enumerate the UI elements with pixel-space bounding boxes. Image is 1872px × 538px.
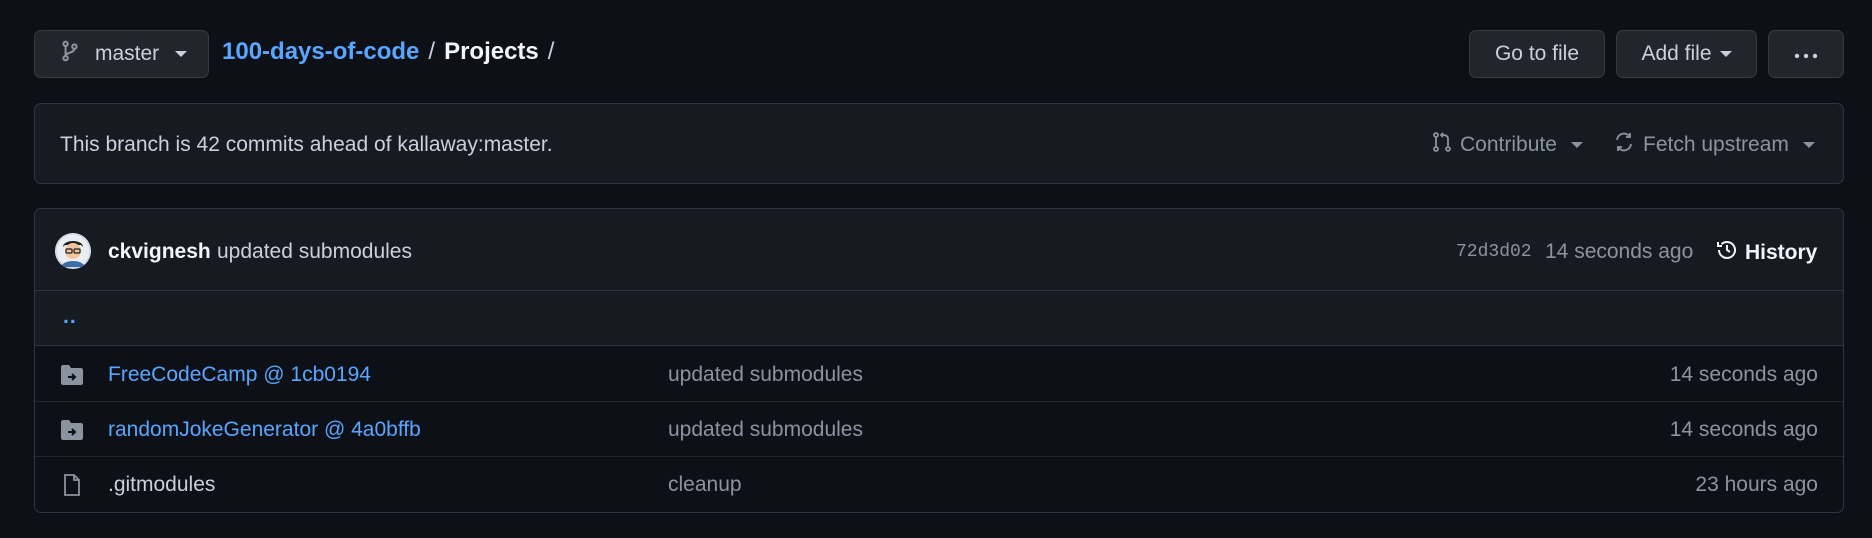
- latest-commit-bar: ckvignesh updated submodules 72d3d02 14 …: [35, 209, 1843, 291]
- file-name-link[interactable]: randomJokeGenerator @ 4a0bffb: [108, 418, 421, 442]
- breadcrumb-separator: /: [428, 38, 436, 65]
- file-commit-message[interactable]: cleanup: [668, 473, 742, 497]
- breadcrumb-trailing-separator: /: [547, 38, 555, 65]
- file-commit-message[interactable]: updated submodules: [668, 418, 863, 442]
- history-icon: [1715, 238, 1745, 268]
- breadcrumb-repo-link[interactable]: 100-days-of-code: [222, 38, 419, 66]
- file-row[interactable]: FreeCodeCamp @ 1cb0194 updated submodule…: [35, 347, 1843, 402]
- submodule-folder-icon: [60, 419, 84, 447]
- caret-down-icon: [175, 51, 188, 57]
- file-name-link[interactable]: FreeCodeCamp @ 1cb0194: [108, 363, 371, 387]
- caret-down-icon: [1570, 142, 1583, 148]
- file-listing: ckvignesh updated submodules 72d3d02 14 …: [34, 208, 1844, 513]
- file-time: 14 seconds ago: [1669, 363, 1818, 386]
- contribute-label: Contribute: [1460, 133, 1557, 156]
- branch-status-box: This branch is 42 commits ahead of kalla…: [34, 103, 1844, 184]
- commit-time: 14 seconds ago: [1545, 240, 1694, 263]
- file-name-link[interactable]: .gitmodules: [108, 473, 215, 497]
- go-to-file-label: Go to file: [1494, 42, 1580, 65]
- file-row[interactable]: .gitmodules cleanup 23 hours ago: [35, 457, 1843, 512]
- commit-sha[interactable]: 72d3d02: [1456, 242, 1532, 262]
- contribute-button[interactable]: Contribute: [1432, 131, 1583, 159]
- add-file-label: Add file: [1641, 42, 1712, 65]
- more-options-button[interactable]: [1768, 30, 1844, 78]
- branch-label: master: [95, 42, 160, 65]
- file-commit-message[interactable]: updated submodules: [668, 363, 863, 387]
- avatar[interactable]: [55, 233, 91, 269]
- file-time: 14 seconds ago: [1669, 418, 1818, 441]
- submodule-folder-icon: [60, 364, 84, 392]
- add-file-button[interactable]: Add file: [1616, 30, 1757, 78]
- history-link[interactable]: History: [1715, 238, 1817, 268]
- go-to-file-button[interactable]: Go to file: [1469, 30, 1605, 78]
- kebab-horizontal-icon: [1793, 42, 1819, 66]
- git-branch-icon: [61, 40, 79, 68]
- fetch-upstream-label: Fetch upstream: [1643, 133, 1789, 156]
- caret-down-icon: [1719, 51, 1732, 57]
- history-label: History: [1745, 241, 1818, 264]
- breadcrumb-current-dir: Projects: [444, 38, 539, 65]
- file-icon: [60, 474, 84, 502]
- commit-message[interactable]: updated submodules: [217, 240, 412, 264]
- file-time: 23 hours ago: [1695, 473, 1818, 496]
- sync-icon: [1613, 131, 1643, 159]
- commit-author[interactable]: ckvignesh: [108, 240, 211, 264]
- branch-select-button[interactable]: master: [34, 30, 209, 78]
- parent-directory-row[interactable]: ..: [35, 291, 1843, 346]
- file-row[interactable]: randomJokeGenerator @ 4a0bffb updated su…: [35, 402, 1843, 457]
- parent-directory-link[interactable]: ..: [63, 305, 77, 329]
- breadcrumb: 100-days-of-code / Projects /: [222, 38, 563, 66]
- caret-down-icon: [1802, 142, 1815, 148]
- branch-status-message: This branch is 42 commits ahead of kalla…: [60, 133, 553, 156]
- git-pull-request-icon: [1432, 131, 1460, 159]
- fetch-upstream-button[interactable]: Fetch upstream: [1613, 131, 1815, 159]
